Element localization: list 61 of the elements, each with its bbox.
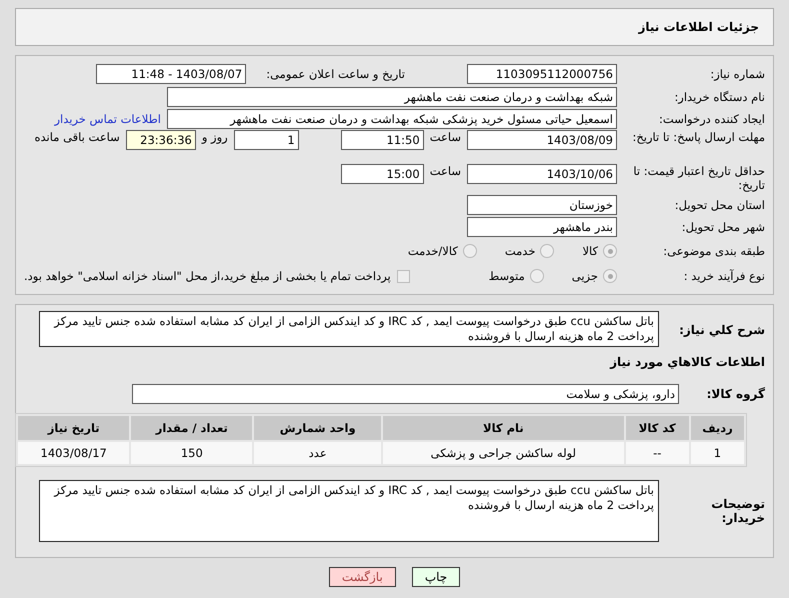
radio-label: کالا (582, 244, 598, 258)
radio-button[interactable] (462, 244, 477, 258)
page-header: جزئیات اطلاعات نیاز (15, 8, 774, 46)
buyer-notes-box: باتل ساکشن ccu طبق درخواست پیوست ایمد , کد IRC و کد ایندکس الزامی از ایران کد مشابه استفاده شده جنس تایید مرکز پرداخت 2 ماه هزینه ارسال با فروشنده (39, 480, 659, 542)
checkbox-label: پرداخت تمام یا بخشی از مبلغ خرید،از محل "اسناد خزانه اسلامی" خواهد بود. (24, 269, 391, 283)
field-label: توضیحات خریدار: (710, 497, 765, 525)
column-header: ردیف (690, 416, 744, 440)
requester-field: اسمعیل حیاتی مسئول خرید پزشکی شبکه بهداشت و درمان صنعت نفت ماهشهر (167, 109, 617, 129)
table-cell: 1 (690, 442, 744, 464)
goods-group-field: دارو، پزشکی و سلامت (132, 384, 679, 404)
print-button[interactable]: چاپ (412, 567, 460, 587)
date-field: 1403/08/09 (467, 130, 617, 150)
table-cell: عدد (254, 442, 382, 464)
radio-label: متوسط (488, 269, 525, 283)
column-header: تاریخ نیاز (18, 416, 130, 440)
need-number-field: 1103095112000756 (467, 64, 617, 84)
date-field: 1403/10/06 (467, 164, 617, 184)
description-box: باتل ساکشن ccu طبق درخواست پیوست ایمد , کد IRC و کد ایندکس الزامی از ایران کد مشابه استفاده شده جنس تایید مرکز پرداخت 2 ماه هزینه ارسال با فروشنده (39, 311, 659, 347)
days-field: 1 (234, 130, 299, 150)
field-label: مهلت ارسال پاسخ: تا تاریخ: (631, 130, 765, 144)
field-label: روز و (202, 130, 228, 144)
table-cell: 150 (131, 442, 252, 464)
contact-link[interactable]: اطلاعات تماس خریدار (54, 112, 161, 126)
time-field: 15:00 (340, 164, 424, 184)
checkbox[interactable] (396, 270, 410, 282)
field-label: شماره نیاز: (709, 67, 765, 81)
field-label: حداقل تاریخ اعتبار قیمت: تا تاریخ: (632, 164, 765, 192)
back-button[interactable]: بازگشت (328, 567, 396, 587)
table-cell: لوله ساکشن جراحی و پزشکی (383, 442, 624, 464)
column-header: تعداد / مقدار (131, 416, 252, 440)
remaining-time-field: 23:36:36 (126, 130, 196, 150)
province-field: خوزستان (467, 195, 617, 215)
section-title: اطلاعات كالاهاي مورد نياز (610, 355, 765, 369)
radio-button[interactable] (530, 269, 544, 283)
table-cell: -- (626, 442, 689, 464)
field-label: استان محل تحویل: (674, 198, 765, 212)
field-label: ساعت (430, 130, 461, 144)
field-label: نوع فرآیند خرید : (682, 269, 765, 283)
column-header: واحد شمارش (254, 416, 382, 440)
city-field: بندر ماهشهر (467, 217, 617, 237)
field-label: طبقه بندی موضوعی: (662, 244, 765, 258)
radio-label: کالا/خدمت (408, 244, 458, 258)
radio-label: جزیی (572, 269, 598, 283)
radio-label: خدمت (504, 244, 536, 258)
table-cell: 1403/08/17 (18, 442, 130, 464)
column-header: نام کالا (383, 416, 624, 440)
field-label: شهر محل تحویل: (680, 220, 765, 234)
field-label: تاریخ و ساعت اعلان عمومی: (266, 67, 405, 81)
field-label: ساعت (430, 164, 461, 178)
radio-button[interactable] (603, 269, 617, 283)
announce-date-field: 1403/08/07 - 11:48 (96, 64, 246, 84)
field-label: نام دستگاه خریدار: (673, 90, 765, 104)
field-label: ایجاد کننده درخواست: (658, 112, 765, 126)
field-label: شرح کلي نياز: (678, 322, 765, 337)
time-field: 11:50 (340, 130, 424, 150)
radio-button[interactable] (603, 244, 617, 258)
buyer-org-field: شبکه بهداشت و درمان صنعت نفت ماهشهر (167, 87, 617, 107)
radio-button[interactable] (540, 244, 554, 258)
field-label: گروه کالا: (706, 387, 765, 401)
column-header: کد کالا (626, 416, 689, 440)
field-label: ساعت باقی مانده (34, 130, 120, 144)
